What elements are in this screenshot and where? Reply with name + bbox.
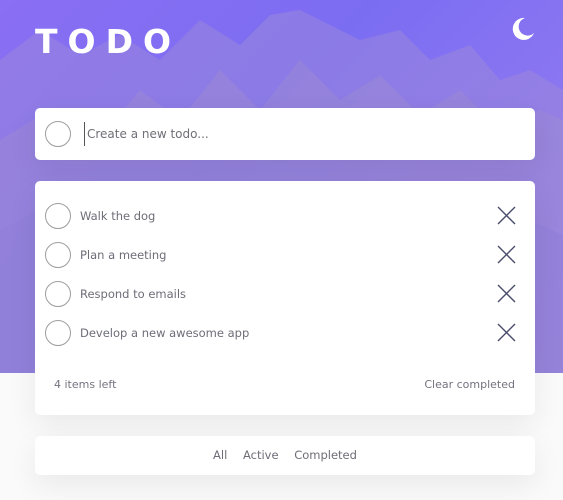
items-left-count: 4 items left bbox=[54, 378, 117, 391]
filter-all[interactable]: All bbox=[213, 448, 227, 462]
todo-item: Develop a new awesome app bbox=[35, 313, 535, 352]
filter-active[interactable]: Active bbox=[243, 448, 279, 462]
delete-icon[interactable] bbox=[496, 322, 517, 343]
todo-checkbox[interactable] bbox=[45, 203, 71, 229]
new-todo-checkbox[interactable] bbox=[45, 121, 71, 147]
new-todo-card bbox=[35, 108, 535, 160]
new-todo-input[interactable] bbox=[84, 122, 514, 146]
todo-item: Respond to emails bbox=[35, 274, 535, 313]
todo-label: Develop a new awesome app bbox=[80, 326, 250, 340]
moon-icon[interactable] bbox=[510, 16, 536, 42]
filter-bar: All Active Completed bbox=[35, 436, 535, 475]
todo-item: Plan a meeting bbox=[35, 235, 535, 274]
todo-label: Walk the dog bbox=[80, 209, 156, 223]
todo-checkbox[interactable] bbox=[45, 242, 71, 268]
todo-label: Respond to emails bbox=[80, 287, 187, 301]
clear-completed-button[interactable]: Clear completed bbox=[424, 378, 515, 391]
app-title: TODO bbox=[35, 22, 182, 61]
delete-icon[interactable] bbox=[496, 205, 517, 226]
todo-item: Walk the dog bbox=[35, 196, 535, 235]
filter-completed[interactable]: Completed bbox=[294, 448, 357, 462]
todo-checkbox[interactable] bbox=[45, 320, 71, 346]
delete-icon[interactable] bbox=[496, 283, 517, 304]
todo-checkbox[interactable] bbox=[45, 281, 71, 307]
list-footer: 4 items left Clear completed bbox=[35, 373, 535, 397]
delete-icon[interactable] bbox=[496, 244, 517, 265]
todo-list: Walk the dog Plan a meeting Respond to e… bbox=[35, 181, 535, 415]
todo-label: Plan a meeting bbox=[80, 248, 167, 262]
